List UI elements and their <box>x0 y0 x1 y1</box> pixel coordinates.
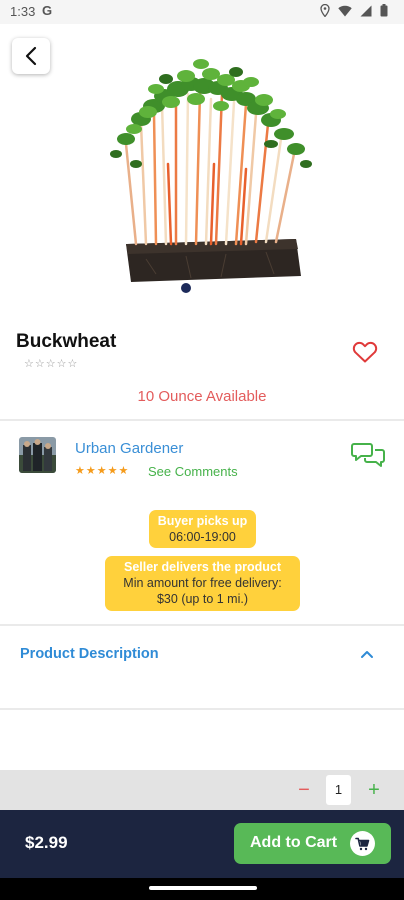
status-bar: 1:33 G <box>0 0 404 24</box>
seller-name-link[interactable]: Urban Gardener <box>75 440 183 457</box>
quantity-input[interactable]: 1 <box>326 775 351 805</box>
add-to-cart-label: Add to Cart <box>250 834 338 851</box>
wifi-icon <box>338 5 352 16</box>
google-icon: G <box>42 3 53 18</box>
product-rating: ☆☆☆☆☆ <box>24 358 79 370</box>
availability-text: 10 Ounce Available <box>137 388 267 405</box>
status-icons <box>320 4 388 17</box>
back-arrow-icon <box>25 46 37 66</box>
seller-avatar[interactable] <box>19 437 56 473</box>
product-description-toggle[interactable]: Product Description <box>20 646 159 662</box>
back-button[interactable] <box>12 38 50 74</box>
carousel-dot[interactable] <box>181 283 191 293</box>
signal-icon <box>360 5 372 16</box>
quantity-increase-button[interactable]: + <box>362 778 386 802</box>
add-to-cart-button[interactable]: Add to Cart <box>234 823 391 864</box>
pickup-badge-title: Buyer picks up <box>157 514 248 528</box>
divider <box>0 419 404 421</box>
product-name: Buckwheat <box>16 331 117 352</box>
divider <box>0 624 404 626</box>
delivery-badge-line2: $30 (up to 1 mi.) <box>156 592 248 606</box>
chevron-up-icon[interactable] <box>359 647 375 661</box>
seller-rating: ★★★★★ <box>75 465 130 477</box>
cart-icon <box>350 831 375 856</box>
divider <box>0 708 404 710</box>
price: $2.99 <box>25 833 68 852</box>
delivery-badge: Seller delivers the product Min amount f… <box>105 556 300 611</box>
quantity-decrease-button[interactable]: − <box>292 778 316 802</box>
pickup-badge-time: 06:00-19:00 <box>169 530 236 544</box>
location-icon <box>320 4 330 17</box>
pickup-badge: Buyer picks up 06:00-19:00 <box>149 510 256 548</box>
heart-icon[interactable] <box>352 340 378 364</box>
battery-icon <box>380 4 388 17</box>
chat-icon[interactable] <box>351 440 385 470</box>
status-time: 1:33 <box>10 4 36 19</box>
product-image <box>110 59 312 282</box>
home-indicator[interactable] <box>149 886 257 890</box>
delivery-badge-line1: Min amount for free delivery: <box>123 576 282 590</box>
delivery-badge-title: Seller delivers the product <box>124 560 281 574</box>
see-comments-link[interactable]: See Comments <box>148 464 238 479</box>
